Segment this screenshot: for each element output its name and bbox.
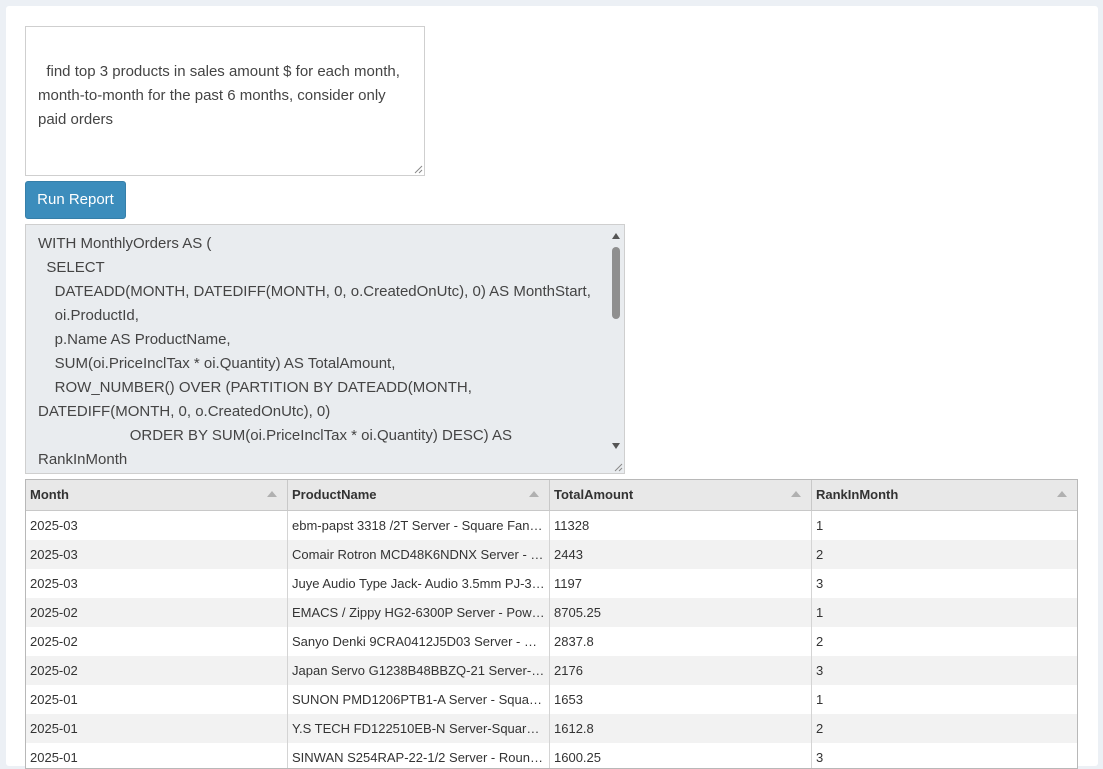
cell-product-name: Sanyo Denki 9CRA0412J5D03 Server - Squar… — [288, 627, 550, 656]
cell-total-amount: 8705.25 — [550, 598, 812, 627]
scroll-down-arrow-icon[interactable] — [611, 441, 621, 451]
column-header-month[interactable]: Month — [26, 480, 288, 511]
cell-month: 2025-02 — [26, 598, 288, 627]
cell-total-amount: 1197 — [550, 569, 812, 598]
cell-product-name: Y.S TECH FD122510EB-N Server-Square Fan — [288, 714, 550, 743]
sql-code: WITH MonthlyOrders AS ( SELECT DATEADD(M… — [26, 225, 610, 473]
sql-scrollbar[interactable] — [608, 225, 624, 473]
cell-total-amount: 1600.25 — [550, 743, 812, 768]
cell-rank-in-month: 3 — [816, 663, 824, 678]
cell-product-name: ebm-papst 3318 /2T Server - Square Fan 1… — [288, 511, 550, 540]
table-row[interactable]: 2025-03 ebm-papst 3318 /2T Server - Squar… — [26, 511, 1077, 540]
resize-grip-icon[interactable] — [413, 164, 423, 174]
column-header-totalamount[interactable]: TotalAmount — [550, 480, 812, 511]
run-report-button[interactable]: Run Report — [25, 181, 126, 219]
cell-product-name: SINWAN S254RAP-22-1/2 Server - Round Fan — [288, 743, 550, 768]
cell-rank-in-month: 2 — [816, 721, 824, 736]
cell-rank-in-month: 2 — [816, 634, 824, 649]
column-header-rankinmonth[interactable]: RankInMonth — [812, 480, 1077, 511]
sql-line: oi.ProductId, — [38, 307, 139, 324]
cell-month: 2025-01 — [26, 685, 288, 714]
sql-line: WITH MonthlyOrders AS ( — [38, 235, 212, 252]
grid-body: 2025-03 ebm-papst 3318 /2T Server - Squar… — [26, 511, 1077, 768]
column-header-label: TotalAmount — [554, 487, 634, 502]
cell-total-amount: 1653 — [550, 685, 812, 714]
cell-rank-in-month: 2 — [816, 547, 824, 562]
sql-line: ROW_NUMBER() OVER (PARTITION BY DATEADD(… — [38, 379, 477, 420]
cell-total-amount: 2837.8 — [550, 627, 812, 656]
sql-line: FROM OrderItem oi — [38, 472, 598, 473]
table-row[interactable]: 2025-01 SUNON PMD1206PTB1-A Server - Squa… — [26, 685, 1077, 714]
table-row[interactable]: 2025-02 Sanyo Denki 9CRA0412J5D03 Server … — [26, 627, 1077, 656]
cell-month: 2025-01 — [26, 714, 288, 743]
cell-month: 2025-03 — [26, 540, 288, 569]
sql-line: SUM(oi.PriceInclTax * oi.Quantity) AS To… — [38, 355, 396, 372]
cell-rank-in-month: 3 — [816, 750, 824, 765]
table-row[interactable]: 2025-02 EMACS / Zippy HG2-6300P Server - … — [26, 598, 1077, 627]
cell-month: 2025-02 — [26, 656, 288, 685]
cell-total-amount: 1612.8 — [550, 714, 812, 743]
cell-product-name: EMACS / Zippy HG2-6300P Server - Power S… — [288, 598, 550, 627]
results-grid: Month ProductName TotalAmount RankInMont… — [25, 479, 1078, 769]
cell-month: 2025-02 — [26, 627, 288, 656]
table-row[interactable]: 2025-01 Y.S TECH FD122510EB-N Server-Squa… — [26, 714, 1077, 743]
sort-arrow-icon[interactable] — [791, 491, 801, 497]
cell-month: 2025-03 — [26, 511, 288, 540]
sql-line: ORDER BY SUM(oi.PriceInclTax * oi.Quanti… — [38, 427, 517, 468]
sql-line: p.Name AS ProductName, — [38, 331, 231, 348]
column-header-productname[interactable]: ProductName — [288, 480, 550, 511]
table-row[interactable]: 2025-03 Juye Audio Type Jack- Audio 3.5mm… — [26, 569, 1077, 598]
cell-product-name: Juye Audio Type Jack- Audio 3.5mm PJ-314 — [288, 569, 550, 598]
cell-total-amount: 11328 — [550, 511, 812, 540]
cell-total-amount: 2443 — [550, 540, 812, 569]
sql-scroll-thumb[interactable] — [612, 247, 620, 319]
cell-product-name: SUNON PMD1206PTB1-A Server - Square Fan — [288, 685, 550, 714]
sort-arrow-icon[interactable] — [529, 491, 539, 497]
sql-output-box[interactable]: WITH MonthlyOrders AS ( SELECT DATEADD(M… — [25, 224, 625, 474]
column-header-label: Month — [30, 487, 69, 502]
cell-rank-in-month: 1 — [816, 605, 824, 620]
resize-grip-icon[interactable] — [613, 462, 623, 472]
cell-month: 2025-01 — [26, 743, 288, 768]
scroll-up-arrow-icon[interactable] — [611, 231, 621, 241]
grid-header: Month ProductName TotalAmount RankInMont… — [26, 480, 1077, 511]
cell-rank-in-month: 3 — [816, 576, 824, 591]
cell-total-amount: 2176 — [550, 656, 812, 685]
sort-arrow-icon[interactable] — [1057, 491, 1067, 497]
column-header-label: ProductName — [292, 487, 377, 502]
prompt-text: find top 3 products in sales amount $ fo… — [38, 63, 405, 128]
cell-product-name: Japan Servo G1238B48BBZQ-21 Server-Squar… — [288, 656, 550, 685]
sort-arrow-icon[interactable] — [267, 491, 277, 497]
cell-rank-in-month: 1 — [816, 692, 824, 707]
column-header-label: RankInMonth — [816, 487, 899, 502]
cell-rank-in-month: 1 — [816, 518, 824, 533]
cell-month: 2025-03 — [26, 569, 288, 598]
table-row[interactable]: 2025-01 SINWAN S254RAP-22-1/2 Server - Ro… — [26, 743, 1077, 768]
sql-line: SELECT — [38, 259, 105, 276]
cell-product-name: Comair Rotron MCD48K6NDNX Server - Squar… — [288, 540, 550, 569]
table-row[interactable]: 2025-03 Comair Rotron MCD48K6NDNX Server … — [26, 540, 1077, 569]
table-row[interactable]: 2025-02 Japan Servo G1238B48BBZQ-21 Serve… — [26, 656, 1077, 685]
prompt-textarea[interactable]: find top 3 products in sales amount $ fo… — [25, 26, 425, 176]
sql-line: DATEADD(MONTH, DATEDIFF(MONTH, 0, o.Crea… — [38, 283, 591, 300]
